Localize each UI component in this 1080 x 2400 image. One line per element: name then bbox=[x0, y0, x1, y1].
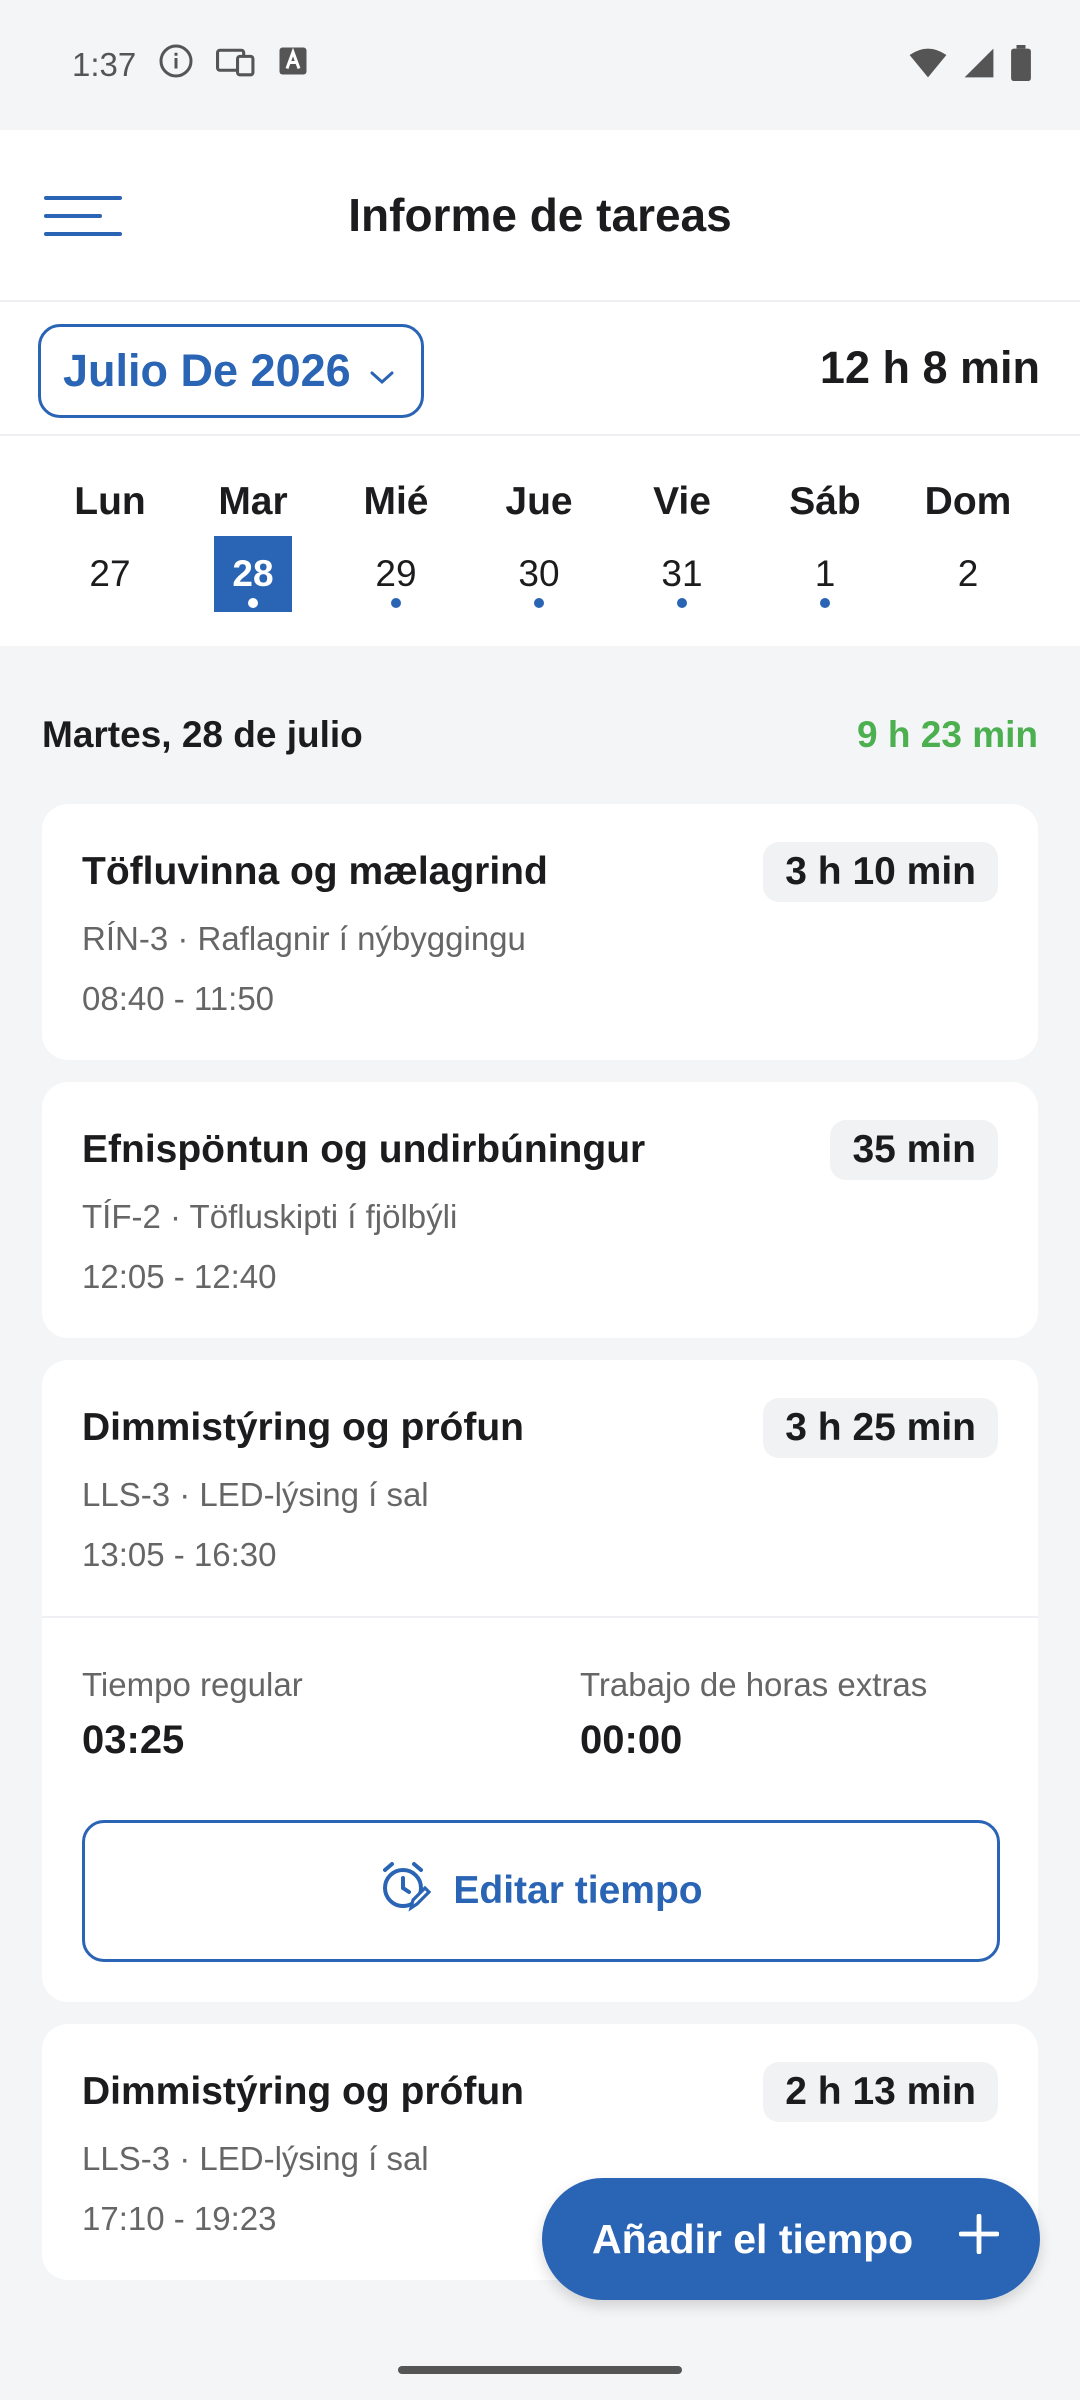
day-mie[interactable]: Mié 29 bbox=[336, 436, 456, 646]
day-number: 27 bbox=[89, 553, 131, 594]
task-project: LLS-3 · LED-lýsing í sal bbox=[82, 1476, 429, 1513]
duration-badge: 35 min bbox=[830, 1120, 998, 1180]
task-project: TÍF-2 · Töfluskipti í fjölbýli bbox=[82, 1198, 458, 1235]
task-title: Dimmistýring og prófun bbox=[82, 2070, 524, 2113]
devices-icon bbox=[216, 45, 256, 85]
activity-dot bbox=[677, 598, 687, 608]
day-name: Dom bbox=[924, 480, 1012, 523]
day-name: Lun bbox=[74, 480, 146, 523]
info-icon bbox=[158, 43, 194, 87]
battery-icon bbox=[1010, 44, 1032, 86]
month-label: Julio De 2026 bbox=[63, 345, 351, 396]
task-time-range: 17:10 - 19:23 bbox=[82, 2200, 277, 2237]
add-time-button[interactable]: Añadir el tiempo bbox=[542, 2178, 1040, 2300]
status-bar: 1:37 bbox=[0, 0, 1080, 130]
week-strip: Lun 27 Mar 28 Mié 29 Jue 30 Vie 31 Sáb 1… bbox=[0, 436, 1080, 646]
chevron-down-icon bbox=[369, 345, 395, 397]
signal-icon bbox=[962, 47, 996, 84]
overtime-value: 00:00 bbox=[580, 1718, 683, 1762]
day-name: Mar bbox=[218, 480, 288, 523]
task-card[interactable]: Töfluvinna og mælagrind 3 h 10 min RÍN-3… bbox=[42, 804, 1038, 1060]
month-selector[interactable]: Julio De 2026 bbox=[38, 324, 424, 418]
divider bbox=[42, 1616, 1038, 1618]
duration-badge: 3 h 25 min bbox=[763, 1398, 998, 1458]
edit-time-button[interactable]: Editar tiempo bbox=[82, 1820, 1000, 1962]
day-name: Jue bbox=[505, 480, 573, 523]
edit-time-label: Editar tiempo bbox=[453, 1869, 703, 1912]
activity-dot bbox=[391, 598, 401, 608]
month-bar: Julio De 2026 12 h 8 min bbox=[0, 300, 1080, 436]
status-time: 1:37 bbox=[72, 46, 137, 83]
day-dom[interactable]: Dom 2 bbox=[908, 436, 1028, 646]
day-number: 29 bbox=[375, 553, 417, 594]
keyboard-a-icon bbox=[278, 46, 308, 84]
home-indicator[interactable] bbox=[398, 2366, 682, 2374]
day-jue[interactable]: Jue 30 bbox=[479, 436, 599, 646]
regular-time-label: Tiempo regular bbox=[82, 1666, 303, 1703]
day-sab[interactable]: Sáb 1 bbox=[765, 436, 885, 646]
task-time-range: 13:05 - 16:30 bbox=[82, 1536, 277, 1573]
day-name: Mié bbox=[363, 480, 429, 523]
wifi-icon bbox=[908, 47, 948, 84]
day-number: 30 bbox=[518, 553, 560, 594]
activity-dot bbox=[248, 598, 258, 608]
day-number: 2 bbox=[957, 553, 979, 594]
task-time-range: 08:40 - 11:50 bbox=[82, 980, 275, 1017]
task-title: Efnispöntun og undirbúningur bbox=[82, 1128, 646, 1171]
day-mar[interactable]: Mar 28 bbox=[193, 436, 313, 646]
activity-dot bbox=[534, 598, 544, 608]
task-time-range: 12:05 - 12:40 bbox=[82, 1258, 277, 1295]
day-total: 9 h 23 min bbox=[857, 714, 1038, 755]
day-vie[interactable]: Vie 31 bbox=[622, 436, 742, 646]
day-name: Vie bbox=[653, 480, 711, 523]
duration-badge: 2 h 13 min bbox=[763, 2062, 998, 2122]
day-number: 28 bbox=[232, 553, 274, 594]
regular-time-value: 03:25 bbox=[82, 1718, 185, 1762]
task-project: LLS-3 · LED-lýsing í sal bbox=[82, 2140, 429, 2177]
task-title: Dimmistýring og prófun bbox=[82, 1406, 524, 1449]
menu-icon[interactable] bbox=[44, 196, 124, 236]
task-card[interactable]: Efnispöntun og undirbúningur 35 min TÍF-… bbox=[42, 1082, 1038, 1338]
plus-icon bbox=[958, 2213, 1000, 2264]
page-title: Informe de tareas bbox=[348, 189, 732, 241]
duration-badge: 3 h 10 min bbox=[763, 842, 998, 902]
add-time-label: Añadir el tiempo bbox=[592, 2215, 914, 2262]
alarm-edit-icon bbox=[379, 1860, 432, 1922]
task-title: Töfluvinna og mælagrind bbox=[82, 850, 548, 893]
selected-date: Martes, 28 de julio bbox=[42, 714, 363, 755]
task-card-expanded[interactable]: Dimmistýring og prófun 3 h 25 min LLS-3 … bbox=[42, 1360, 1038, 2002]
activity-dot bbox=[820, 598, 830, 608]
day-lun[interactable]: Lun 27 bbox=[50, 436, 170, 646]
task-project: RÍN-3 · Raflagnir í nýbyggingu bbox=[82, 920, 526, 957]
day-number: 31 bbox=[661, 553, 703, 594]
month-total: 12 h 8 min bbox=[819, 342, 1040, 393]
day-number: 1 bbox=[814, 553, 836, 594]
app-bar: Informe de tareas bbox=[0, 130, 1080, 300]
day-name: Sáb bbox=[789, 480, 861, 523]
overtime-label: Trabajo de horas extras bbox=[580, 1666, 928, 1703]
